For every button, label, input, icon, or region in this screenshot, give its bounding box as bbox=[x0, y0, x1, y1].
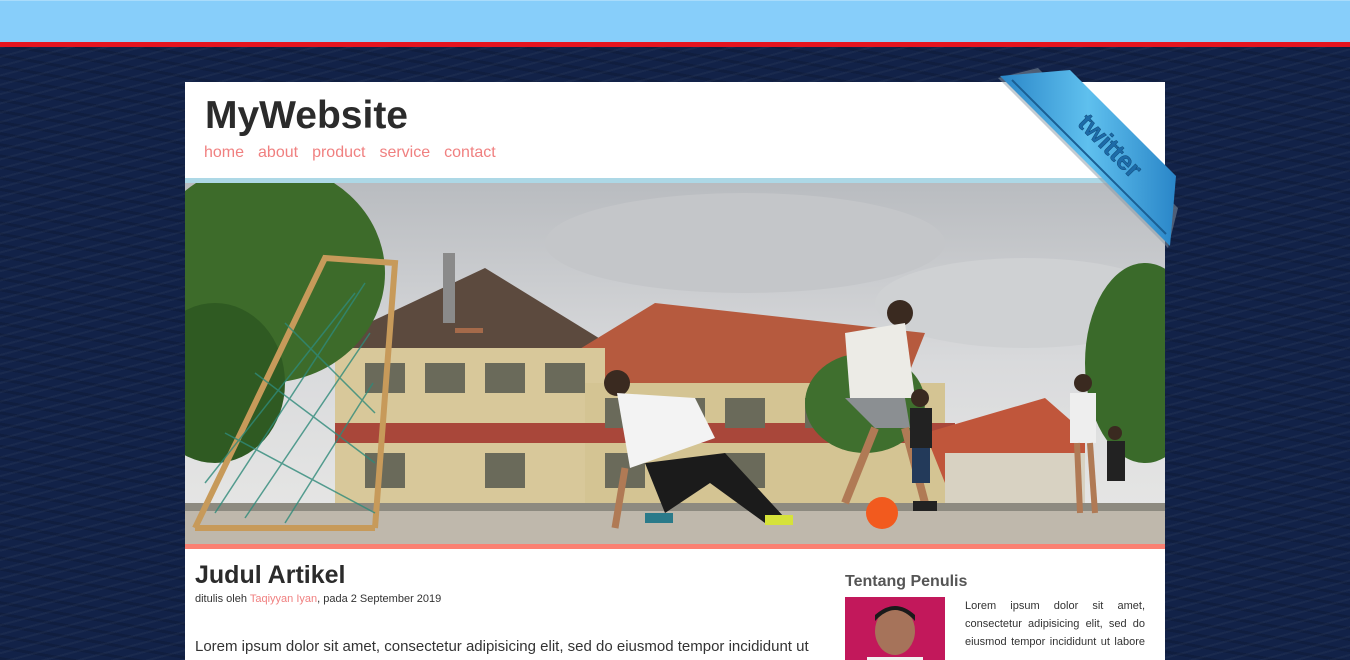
twitter-ribbon[interactable]: twitter bbox=[998, 68, 1178, 253]
author-bio: Lorem ipsum dolor sit amet, consectetur … bbox=[965, 600, 1145, 648]
article-body: Lorem ipsum dolor sit amet, consectetur … bbox=[195, 638, 809, 655]
sidebar: Tentang Penulis Lorem ipsum dolor sit am… bbox=[845, 573, 1145, 660]
article: Judul Artikel ditulis oleh Taqiyyan Iyan… bbox=[195, 561, 815, 657]
nav-home[interactable]: home bbox=[204, 144, 244, 162]
meta-suffix: , pada 2 September 2019 bbox=[317, 593, 442, 605]
sidebar-heading: Tentang Penulis bbox=[845, 573, 968, 590]
author-link[interactable]: Taqiyyan Iyan bbox=[250, 593, 317, 605]
author-box: Lorem ipsum dolor sit amet, consectetur … bbox=[845, 597, 1145, 660]
nav-service[interactable]: service bbox=[379, 144, 430, 162]
article-title: Judul Artikel bbox=[195, 561, 346, 589]
site-title: MyWebsite bbox=[205, 94, 408, 137]
top-bar bbox=[0, 0, 1350, 42]
top-red-line bbox=[0, 42, 1350, 47]
main-nav: home about product service contact bbox=[204, 144, 496, 162]
nav-about[interactable]: about bbox=[258, 144, 298, 162]
meta-prefix: ditulis oleh bbox=[195, 593, 250, 605]
article-meta: ditulis oleh Taqiyyan Iyan, pada 2 Septe… bbox=[195, 593, 815, 605]
nav-product[interactable]: product bbox=[312, 144, 365, 162]
nav-contact[interactable]: contact bbox=[444, 144, 496, 162]
author-avatar bbox=[845, 597, 945, 660]
